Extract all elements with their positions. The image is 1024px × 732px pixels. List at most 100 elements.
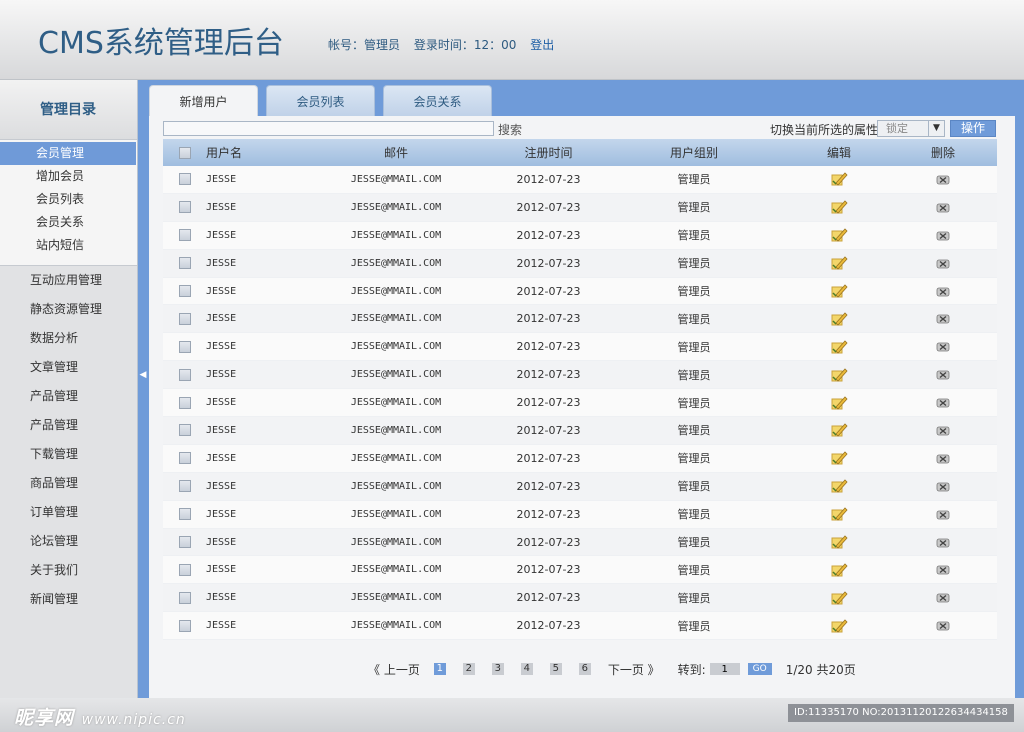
page-number-link[interactable]: 6 [578, 663, 591, 675]
sidebar-group-item[interactable]: 数据分析 [0, 324, 137, 353]
delete-icon[interactable] [936, 285, 950, 298]
edit-icon[interactable] [830, 368, 848, 382]
table-row: JESSE JESSE@MMAIL.COM 2012-07-23 管理员 [163, 249, 997, 278]
delete-icon[interactable] [936, 368, 950, 381]
edit-icon[interactable] [830, 563, 848, 577]
sidebar-subitem[interactable]: 站内短信 [0, 234, 137, 257]
delete-icon[interactable] [936, 452, 950, 465]
cell-user-group: 管理员 [677, 285, 711, 298]
row-checkbox[interactable] [178, 536, 191, 549]
cell-user-group: 管理员 [677, 563, 711, 577]
edit-icon[interactable] [830, 256, 848, 270]
delete-icon[interactable] [936, 508, 950, 521]
goto-page-input[interactable] [709, 663, 740, 675]
edit-icon[interactable] [830, 172, 848, 187]
edit-icon[interactable] [830, 395, 848, 410]
sidebar-group-item[interactable]: 新闻管理 [0, 585, 137, 614]
sidebar-group-item[interactable]: 产品管理 [0, 411, 137, 440]
delete-icon[interactable] [936, 619, 950, 632]
delete-icon[interactable] [936, 201, 950, 214]
delete-icon[interactable] [936, 591, 950, 604]
edit-icon[interactable] [830, 507, 848, 521]
tab-0[interactable]: 新增用户 [149, 85, 258, 117]
edit-icon[interactable] [830, 535, 848, 549]
sidebar-subitem[interactable]: 增加会员 [0, 165, 137, 188]
page-number-link[interactable]: 4 [520, 663, 533, 675]
tab-2[interactable]: 会员关系 [383, 85, 492, 117]
attribute-select[interactable]: 锁定 ▼ [877, 120, 945, 137]
page-number-link[interactable]: 2 [462, 663, 475, 675]
delete-icon[interactable] [936, 396, 950, 409]
delete-icon[interactable] [936, 424, 950, 437]
sidebar-group-item[interactable]: 订单管理 [0, 498, 137, 527]
row-checkbox[interactable] [178, 424, 191, 437]
page-number-link[interactable]: 3 [491, 663, 504, 675]
row-checkbox[interactable] [178, 312, 191, 325]
edit-icon[interactable] [830, 228, 848, 242]
edit-icon[interactable] [830, 451, 848, 465]
sidebar-subitem[interactable]: 会员管理 [0, 142, 136, 165]
edit-icon[interactable] [830, 340, 848, 354]
row-checkbox[interactable] [178, 229, 191, 242]
search-button[interactable]: 搜索 [498, 121, 522, 138]
edit-icon[interactable] [830, 591, 848, 605]
delete-icon[interactable] [936, 563, 950, 576]
edit-icon[interactable] [830, 284, 848, 298]
sidebar-group-item[interactable]: 文章管理 [0, 353, 137, 382]
select-all-checkbox[interactable] [178, 146, 191, 159]
cell-register-date: 2012-07-23 [516, 563, 581, 577]
cell-register-date: 2012-07-23 [516, 507, 581, 521]
delete-icon[interactable] [936, 340, 950, 353]
sidebar-subitem[interactable]: 会员关系 [0, 211, 137, 234]
page-number-link[interactable]: 1 [433, 663, 446, 675]
cell-username: JESSE [206, 620, 237, 632]
logout-link[interactable]: 登出 [530, 38, 554, 52]
delete-icon[interactable] [936, 480, 950, 493]
cell-username: JESSE [206, 480, 237, 492]
edit-icon[interactable] [830, 312, 848, 326]
delete-icon[interactable] [936, 173, 950, 186]
pagination: 《 上一页 1 2 3 4 5 6 下一页 》 转到: GO 1/20 共20页 [368, 661, 856, 677]
operate-button[interactable]: 操作 [950, 120, 996, 137]
edit-icon[interactable] [830, 200, 848, 214]
row-checkbox[interactable] [178, 452, 191, 465]
row-checkbox[interactable] [178, 340, 191, 353]
row-checkbox[interactable] [178, 396, 191, 409]
sidebar-group-item[interactable]: 产品管理 [0, 382, 137, 411]
switch-attribute-label: 切换当前所选的属性 [770, 123, 879, 137]
row-checkbox[interactable] [178, 563, 191, 576]
row-checkbox[interactable] [178, 368, 191, 381]
row-checkbox[interactable] [178, 201, 191, 214]
next-page-link[interactable]: 下一页 》 [608, 661, 660, 678]
row-checkbox[interactable] [178, 285, 191, 297]
edit-icon[interactable] [830, 423, 848, 438]
cell-username: JESSE [206, 424, 237, 436]
delete-icon[interactable] [936, 312, 950, 325]
row-checkbox[interactable] [178, 480, 191, 493]
page-number-link[interactable]: 5 [549, 663, 562, 675]
sidebar-group-item[interactable]: 静态资源管理 [0, 295, 137, 324]
delete-icon[interactable] [936, 257, 950, 270]
edit-icon[interactable] [830, 619, 848, 633]
delete-icon[interactable] [936, 229, 950, 242]
row-checkbox[interactable] [178, 173, 191, 186]
delete-icon[interactable] [936, 536, 950, 549]
row-checkbox[interactable] [178, 619, 191, 632]
cell-username: JESSE [206, 229, 237, 241]
go-button[interactable]: GO [747, 663, 772, 675]
sidebar-group-item[interactable]: 下载管理 [0, 440, 137, 469]
sidebar-group-item[interactable]: 互动应用管理 [0, 266, 137, 295]
chevron-down-icon[interactable]: ▼ [928, 121, 944, 136]
sidebar-group-item[interactable]: 商品管理 [0, 469, 137, 498]
sidebar-group-item[interactable]: 论坛管理 [0, 527, 137, 556]
search-input[interactable] [163, 121, 494, 136]
row-checkbox[interactable] [178, 257, 191, 270]
sidebar-group-item[interactable]: 关于我们 [0, 556, 137, 585]
row-checkbox[interactable] [178, 591, 191, 604]
edit-icon[interactable] [830, 479, 848, 493]
tab-1[interactable]: 会员列表 [266, 85, 375, 117]
prev-page-link[interactable]: 《 上一页 [368, 661, 420, 678]
row-checkbox[interactable] [178, 508, 191, 521]
collapse-sidebar-icon[interactable]: ◀ [138, 369, 148, 381]
sidebar-subitem[interactable]: 会员列表 [0, 188, 137, 211]
